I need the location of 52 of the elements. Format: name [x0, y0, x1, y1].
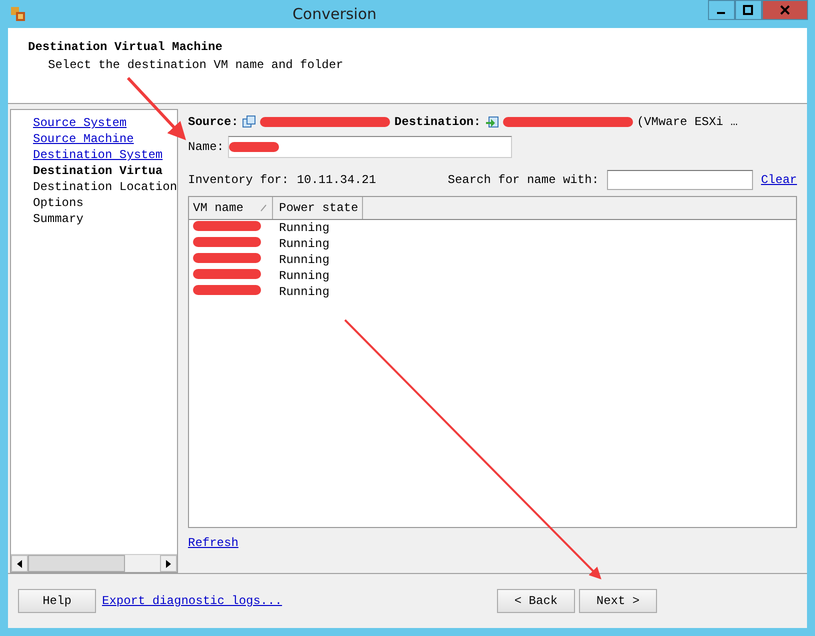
redaction-mark: [229, 142, 280, 152]
destination-type: (VMware ESXi …: [636, 115, 738, 129]
next-button[interactable]: Next >: [579, 589, 657, 613]
redaction-mark: [193, 285, 261, 295]
minimize-button[interactable]: [708, 0, 735, 20]
vm-stack-icon: [242, 115, 256, 129]
maximize-icon: [743, 5, 754, 15]
redaction-mark: [193, 253, 261, 263]
search-label: Search for name with:: [448, 173, 599, 187]
column-header[interactable]: Power state: [273, 197, 364, 219]
vm-arrow-icon: [484, 115, 499, 129]
page-subtitle: Select the destination VM name and folder: [48, 58, 344, 72]
step-item[interactable]: Destination System: [33, 147, 177, 163]
step-item: Summary: [33, 211, 84, 227]
window-title: Conversion: [292, 5, 378, 23]
step-item[interactable]: Source Machine: [33, 131, 177, 147]
inventory-host: 10.11.34.21: [296, 173, 376, 187]
close-button[interactable]: [762, 0, 808, 20]
export-logs-link[interactable]: Export diagnostic logs...: [102, 594, 282, 608]
name-label: Name:: [188, 140, 224, 154]
step-item: Destination Location: [33, 179, 177, 195]
maximize-button[interactable]: [734, 0, 762, 20]
column-header[interactable]: VM name: [189, 197, 273, 219]
redaction-mark: [193, 237, 261, 247]
minimize-icon: [717, 12, 726, 14]
destination-label: Destination:: [394, 115, 481, 129]
left-arrow-icon: [17, 560, 22, 568]
clear-link[interactable]: Clear: [760, 173, 797, 187]
step-item: Options: [33, 195, 84, 211]
table-cell-text: Running: [278, 269, 330, 283]
redaction-mark: [193, 269, 261, 279]
search-field[interactable]: [606, 170, 753, 190]
table-cell-text: Running: [278, 285, 330, 299]
name-input-field[interactable]: [228, 136, 512, 158]
step-item[interactable]: Source System: [33, 115, 177, 131]
step-item: Destination Virtua: [33, 163, 164, 179]
horizontal-scrollbar[interactable]: [11, 554, 177, 572]
inventory-label: Inventory for:: [188, 173, 289, 187]
help-button[interactable]: Help: [18, 589, 96, 613]
refresh-link[interactable]: Refresh: [188, 536, 238, 550]
right-arrow-icon: [166, 560, 171, 568]
close-icon: [780, 5, 790, 15]
scroll-thumb[interactable]: [28, 555, 125, 572]
table-cell-text: Running: [278, 253, 330, 267]
source-label: Source:: [188, 115, 238, 129]
redaction-mark: [193, 221, 261, 231]
sort-icon: [260, 204, 268, 212]
app-icon: [10, 6, 26, 22]
back-button[interactable]: < Back: [497, 589, 575, 613]
page-title: Destination Virtual Machine: [28, 40, 224, 54]
table-cell-text: Running: [278, 237, 330, 251]
table-cell-text: Running: [278, 221, 330, 235]
